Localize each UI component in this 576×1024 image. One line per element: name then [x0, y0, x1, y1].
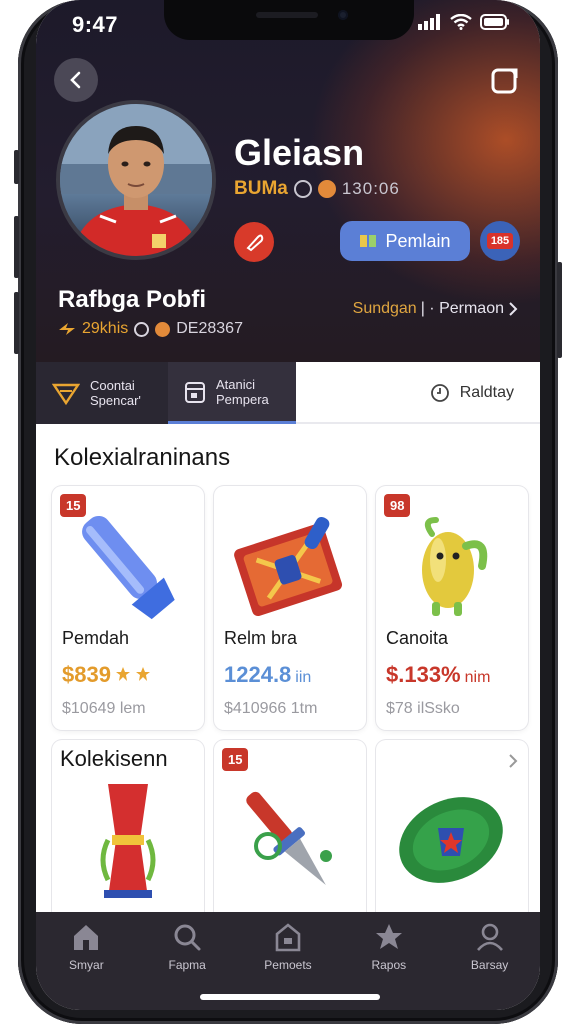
sword-item-icon: [246, 791, 332, 885]
profile-link-secondary: | · Permaon: [420, 300, 504, 317]
tube-item-icon: [82, 515, 175, 620]
player-meta-number: 130:06: [341, 179, 400, 198]
nav-label: Pemoets: [264, 958, 312, 972]
nav-item-profile[interactable]: Barsay: [445, 922, 535, 1010]
collection-title: Kolexialraninans: [54, 444, 231, 471]
side-button-volume-down: [14, 292, 19, 354]
collection-card[interactable]: Relm bra 1224.8 iin $410966 1tm: [214, 486, 366, 730]
ticket-icon: [360, 235, 377, 247]
notifications-button[interactable]: 185: [480, 221, 520, 261]
target-icon: [293, 180, 312, 198]
profile-title: Rafbga Pobfi: [58, 286, 206, 313]
tab-history-label: Raldtay: [459, 384, 514, 401]
card-sub: $410966 1tm: [224, 700, 318, 717]
home-icon: [74, 925, 99, 950]
tab-events[interactable]: Atanici Pempera: [168, 362, 296, 424]
card-badge: 15: [222, 748, 249, 771]
nav-label: Fapma: [168, 958, 206, 972]
player-meta: BUMa 130:06: [234, 178, 400, 200]
collection-card[interactable]: 15 Pemdah $839 $10649 lem: [52, 486, 204, 730]
chevron-right-icon: [509, 754, 518, 768]
profile-link-primary: Sundgan: [352, 300, 417, 317]
share-icon: [491, 68, 518, 94]
home-indicator[interactable]: [200, 994, 380, 1000]
screen: 9:47 Gleiasn BUMa 130:06 Pemlain 185 Raf…: [36, 0, 540, 1010]
stats-number: DE28367: [176, 320, 243, 337]
collection-2-title: Kolekisenn: [60, 746, 168, 771]
card-sub: $10649 lem: [62, 700, 146, 717]
nav-label: Smyar: [69, 958, 104, 972]
chevron-left-icon: [70, 71, 81, 89]
card-sub: $78 ilSsko: [386, 700, 460, 717]
coin-icon: [317, 180, 336, 198]
clock-icon: [430, 384, 449, 402]
tab-history[interactable]: Raldtay: [414, 362, 540, 424]
profile-stats: 29khis DE28367: [58, 320, 243, 338]
card-price: 1224.8 iin: [224, 662, 312, 687]
notifications-badge: 185: [486, 233, 514, 249]
book-item-icon: [234, 516, 343, 617]
drum-item-icon: [100, 784, 156, 898]
search-icon: [174, 924, 201, 951]
club-button[interactable]: [234, 222, 274, 262]
tab-events-label: Atanici Pempera: [216, 376, 269, 407]
side-button-silent: [14, 150, 19, 184]
collection-card[interactable]: Kolekisenn: [52, 740, 204, 940]
wifi-icon: [450, 14, 472, 30]
speaker: [256, 12, 318, 18]
status-time: 9:47: [72, 12, 119, 37]
stats-coin-icon: [155, 321, 171, 337]
tab-bar: Coontai Spencar' Atanici Pempera Raldtay: [36, 362, 540, 424]
back-button[interactable]: [54, 58, 98, 102]
front-camera: [338, 10, 348, 20]
nav-label: Rapos: [371, 958, 407, 972]
battery-icon: [480, 14, 509, 30]
tab-sponsor[interactable]: Coontai Spencar': [36, 362, 168, 424]
collection-card[interactable]: [376, 740, 528, 940]
calendar-icon: [185, 381, 205, 403]
tab-sponsor-label: Coontai Spencar': [90, 378, 141, 408]
nav-label: Barsay: [470, 958, 509, 972]
creature-item-icon: [422, 517, 488, 616]
house-box-icon: [275, 923, 301, 952]
profile-icon: [476, 923, 503, 951]
star-icon: [375, 924, 402, 949]
notch: [164, 0, 414, 40]
player-name: Gleiasn: [234, 132, 365, 173]
profile-link[interactable]: Sundgan | · Permaon: [353, 300, 518, 318]
player-photo: [60, 104, 212, 256]
card-price: $.133% nim: [386, 662, 491, 687]
status-icons: [418, 14, 510, 30]
chevron-right-icon: [509, 302, 518, 316]
boost-icon: [59, 323, 75, 335]
card-price: $839: [62, 662, 153, 688]
primary-action-button[interactable]: Pemlain: [340, 221, 470, 261]
card-name: Canoita: [386, 628, 449, 648]
nav-item-home[interactable]: Smyar: [41, 922, 131, 1010]
star-rating-icon: [115, 667, 150, 681]
share-button[interactable]: [490, 66, 520, 96]
collection-card[interactable]: 98 Canoita $.133% nim $78 ilSsko: [376, 486, 528, 730]
stats-label: 29khis: [82, 320, 129, 337]
collection-card[interactable]: 15: [214, 740, 366, 940]
card-name: Pemdah: [62, 628, 130, 648]
club-icon: [246, 234, 264, 252]
card-name: Relm bra: [224, 628, 298, 648]
side-button-power: [557, 262, 562, 358]
badge-item-icon: [399, 797, 503, 883]
player-tag: BUMa: [234, 178, 288, 199]
stats-target-icon: [134, 321, 150, 337]
side-button-volume-up: [14, 216, 19, 278]
avatar: [56, 100, 216, 260]
shield-icon: [52, 383, 80, 405]
signal-icon: [418, 14, 440, 30]
primary-action-label: Pemlain: [385, 230, 451, 251]
